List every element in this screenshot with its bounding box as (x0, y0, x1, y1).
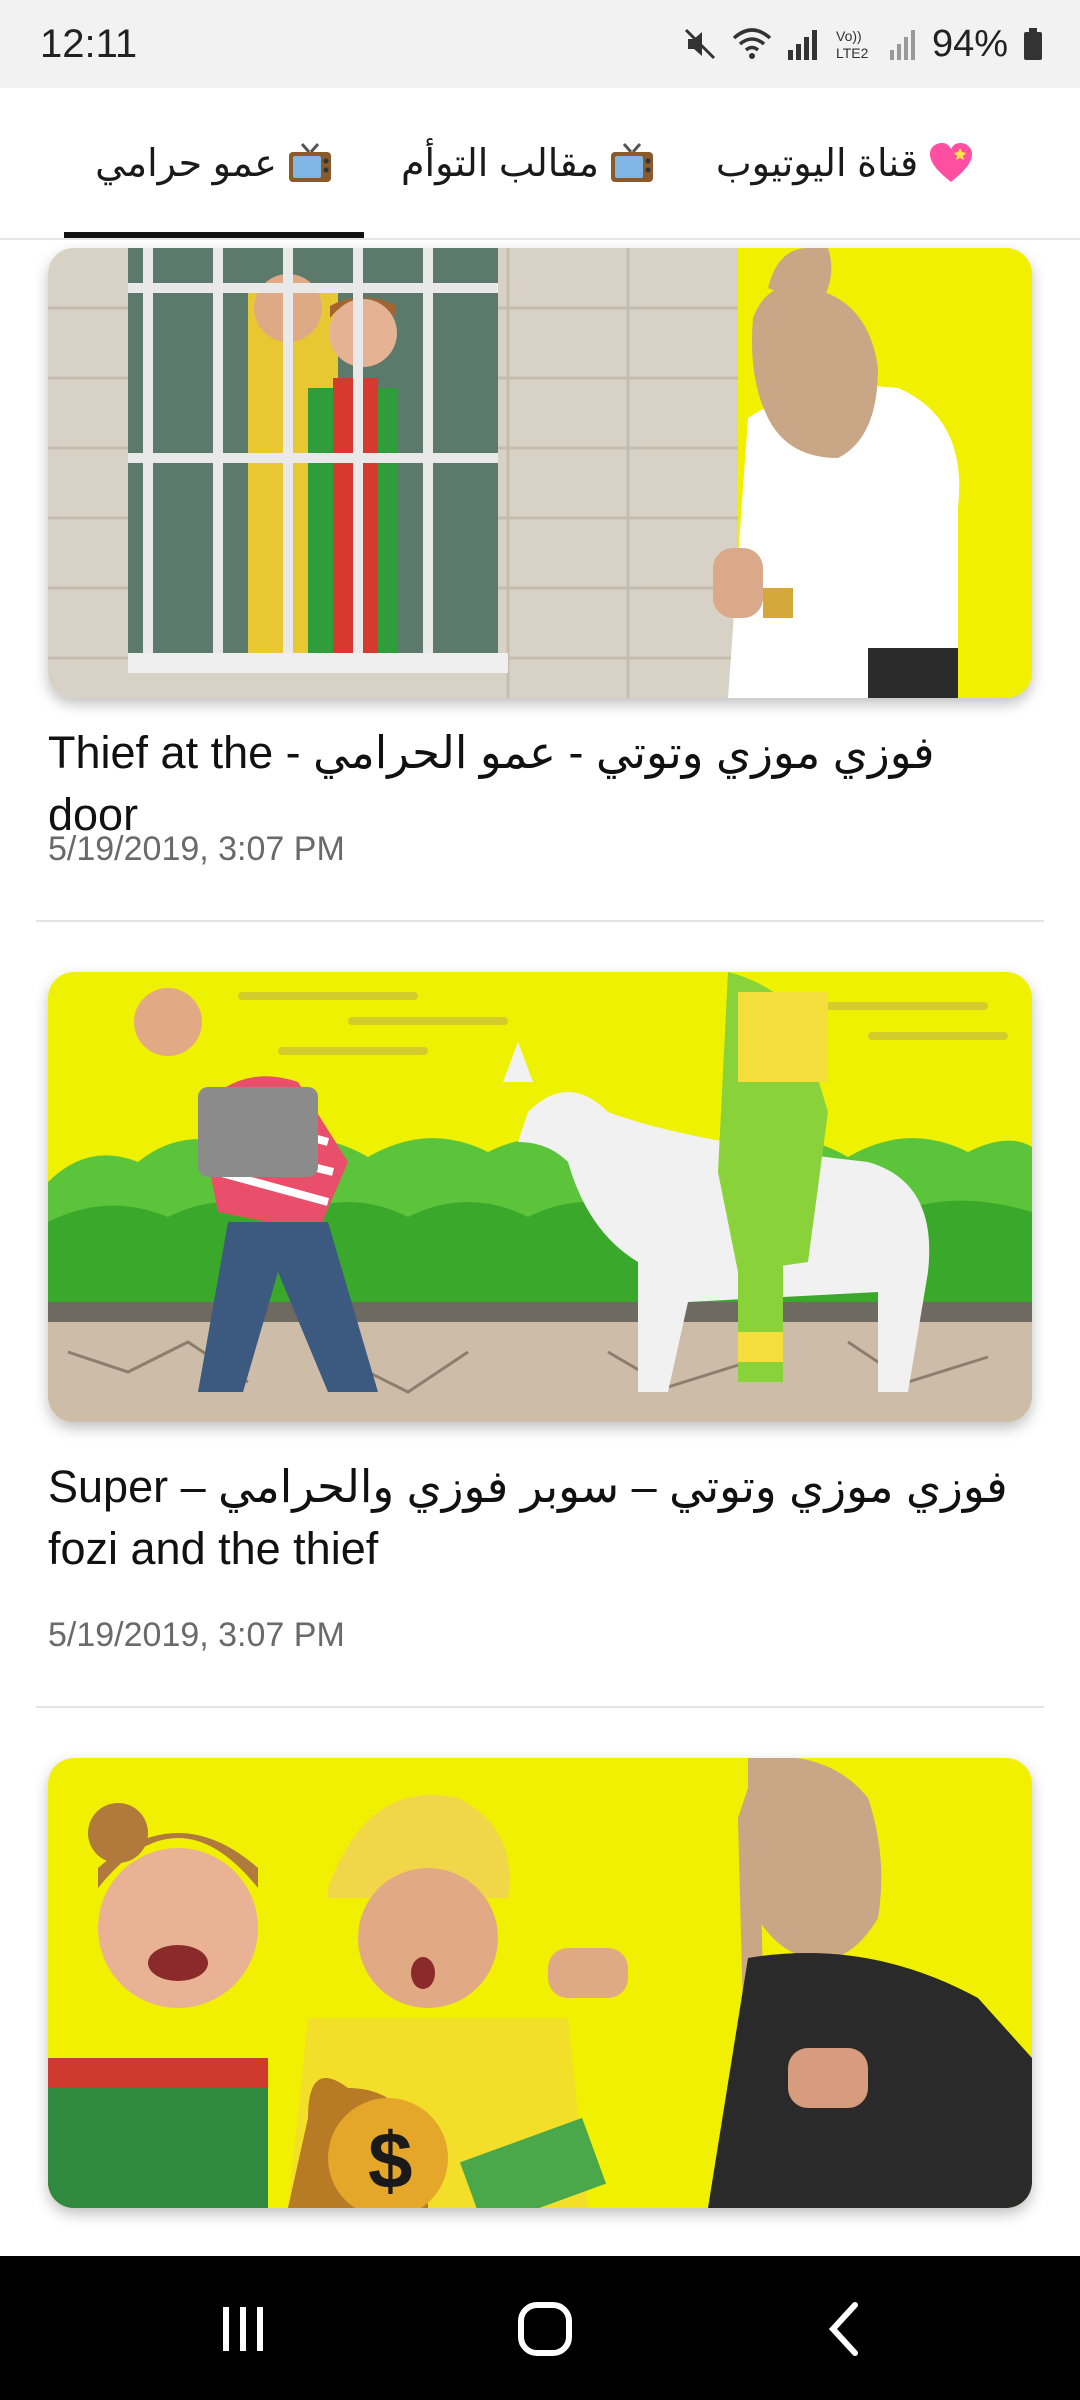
tv-icon (609, 142, 655, 184)
tab-selected-indicator (64, 232, 364, 238)
svg-text:Vo)): Vo)) (836, 28, 862, 44)
video-card[interactable]: $ (0, 1750, 1080, 2250)
mute-icon (682, 26, 718, 62)
heart-icon (928, 142, 974, 184)
back-icon[interactable] (797, 2284, 897, 2374)
video-title[interactable]: فوزي موزي وتوتي - عمو الحرامي - Thief at… (48, 722, 1032, 846)
battery-percent: 94% (931, 22, 1008, 65)
volte-icon: Vo)) LTE2 (834, 26, 874, 62)
battery-icon (1022, 26, 1044, 62)
tab-twin-label: مقالب التوأم (401, 142, 599, 185)
recents-icon[interactable] (193, 2284, 293, 2374)
tab-youtube-label: قناة اليوتيوب (715, 142, 919, 185)
tv-icon (287, 142, 333, 184)
tab-bar: قناة اليوتيوب مقالب التوأم عمو حرامي (0, 88, 1080, 240)
video-date: 5/19/2019, 3:07 PM (48, 830, 345, 868)
wifi-icon (732, 26, 772, 62)
status-bar: 12:11 Vo)) LTE2 94% (0, 0, 1080, 88)
tab-twin-pranks[interactable]: مقالب التوأم (388, 88, 668, 238)
divider (36, 920, 1044, 922)
video-card[interactable]: فوزي موزي وتوتي - عمو الحرامي - Thief at… (0, 240, 1080, 922)
status-icons: Vo)) LTE2 94% (682, 23, 1044, 66)
video-thumbnail[interactable]: $ (48, 1758, 1032, 2208)
tab-uncle-thief[interactable]: عمو حرامي (64, 88, 364, 238)
signal-r-icon (786, 26, 820, 62)
video-title[interactable]: فوزي موزي وتوتي – سوبر فوزي والحرامي – S… (48, 1456, 1032, 1580)
status-time: 12:11 (40, 21, 138, 66)
video-thumbnail[interactable] (48, 248, 1032, 698)
svg-text:$: $ (368, 2116, 413, 2205)
divider (36, 1706, 1044, 1708)
home-icon[interactable] (495, 2284, 595, 2374)
signal-icon (888, 26, 918, 62)
tab-thief-label: عمو حرامي (95, 142, 277, 185)
video-thumbnail[interactable] (48, 972, 1032, 1422)
video-date: 5/19/2019, 3:07 PM (48, 1616, 345, 1654)
video-feed[interactable]: فوزي موزي وتوتي - عمو الحرامي - Thief at… (0, 240, 1080, 2252)
system-nav-bar (0, 2256, 1080, 2400)
video-card[interactable]: فوزي موزي وتوتي – سوبر فوزي والحرامي – S… (0, 960, 1080, 1750)
svg-text:LTE2: LTE2 (836, 45, 869, 61)
tab-youtube-channel[interactable]: قناة اليوتيوب (700, 88, 990, 238)
